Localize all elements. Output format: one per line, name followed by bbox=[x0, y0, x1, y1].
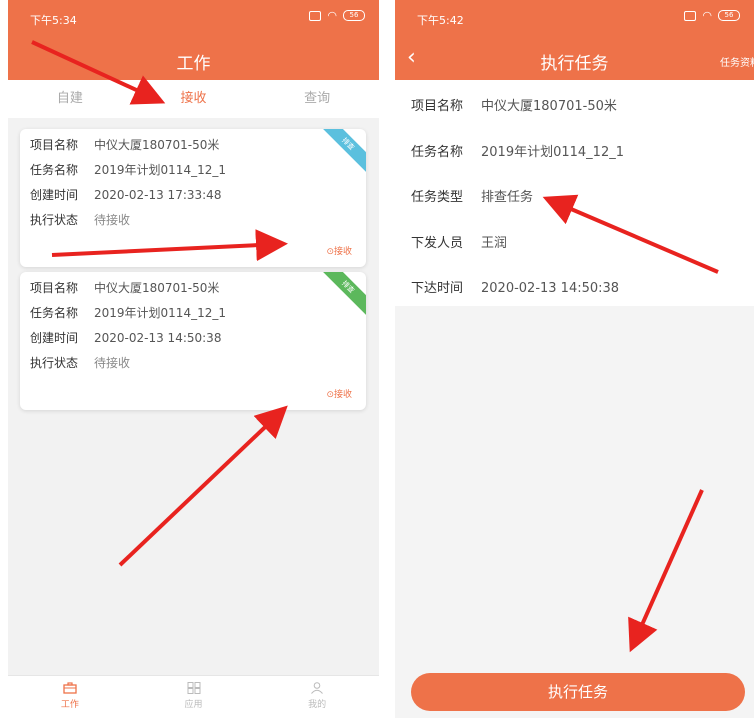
annotation-arrows bbox=[31, 40, 719, 653]
arrow-to-task-type bbox=[542, 194, 719, 274]
arrow-to-receive-button-1 bbox=[51, 229, 288, 262]
arrow-to-receive-button-2 bbox=[118, 405, 288, 567]
arrow-to-received-tab bbox=[31, 40, 166, 105]
arrow-to-execute-button bbox=[628, 489, 704, 653]
